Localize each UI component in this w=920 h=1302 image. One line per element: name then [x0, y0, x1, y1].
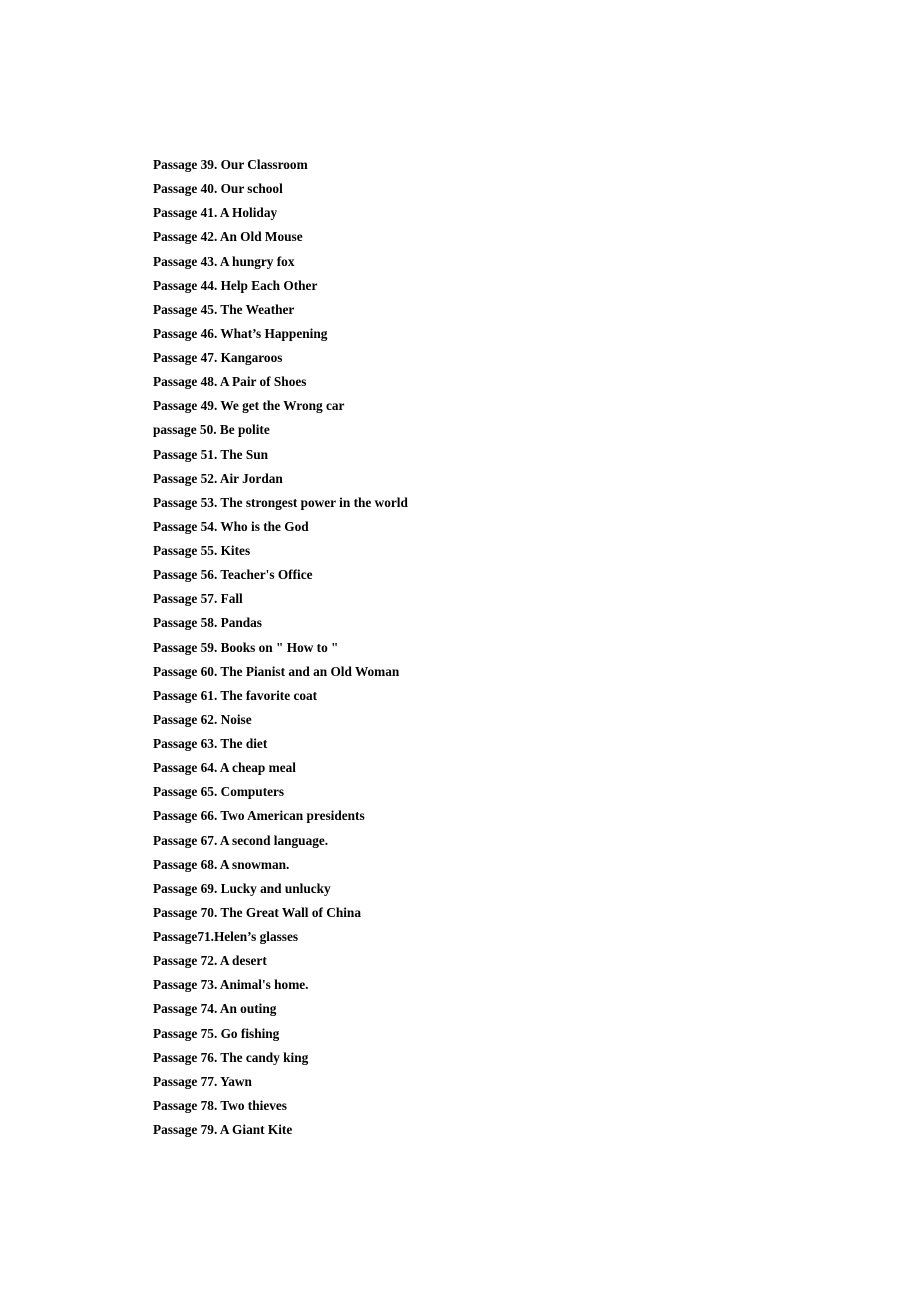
passage-title: Passage 52. Air Jordan — [153, 470, 283, 486]
passage-title: Passage 70. The Great Wall of China — [153, 904, 361, 920]
passage-title: Passage 76. The candy king — [153, 1049, 309, 1065]
passage-title: Passage 61. The favorite coat — [153, 687, 318, 703]
passage-title: Passage 59. Books on " How to " — [153, 639, 339, 655]
passage-title: passage 50. Be polite — [153, 422, 270, 438]
passage-title: Passage 63. The diet — [153, 736, 268, 751]
passage-title: Passage 60. The Pianist and an Old Woman — [153, 663, 400, 679]
passage-title: Passage 51. The Sun — [153, 446, 269, 462]
passage-title: Passage 62. Noise — [153, 711, 252, 727]
passage-title: Passage 65. Computers — [153, 784, 285, 800]
passage-title: Passage 74. An outing — [153, 1001, 277, 1017]
passage-title: Passage 56. Teacher's Office — [153, 567, 313, 583]
passage-title: Passage 57. Fall — [153, 591, 243, 607]
passage-title: Passage 46. What’s Happening — [153, 325, 328, 341]
passage-title: Passage 42. An Old Mouse — [153, 229, 303, 245]
passage-title: Passage 67. A second language. — [153, 832, 329, 848]
passage-title: Passage 53. The strongest power in the w… — [153, 494, 408, 510]
passage-title: Passage 77. Yawn — [153, 1073, 252, 1089]
passage-title: Passage 73. Animal's home. — [153, 977, 309, 993]
passage-title: Passage 44. Help Each Other — [153, 277, 318, 293]
passage-title: Passage 48. A Pair of Shoes — [153, 374, 307, 390]
passage-title: Passage 69. Lucky and unlucky — [153, 880, 331, 896]
passage-title: Passage 75. Go fishing — [153, 1025, 280, 1041]
passage-title: Passage 78. Two thieves — [153, 1097, 287, 1113]
passage-title: Passage 47. Kangaroos — [153, 350, 283, 365]
passage-title: Passage 39. Our Classroom — [153, 157, 308, 172]
passage-title: Passage 64. A cheap meal — [153, 760, 296, 776]
passage-list: Passage 39. Our Classroom Passage 40. Our… — [153, 153, 408, 1142]
passage-title: Passage 55. Kites — [153, 543, 251, 558]
passage-title: Passage 43. A hungry fox — [153, 253, 295, 269]
passage-title: Passage 66. Two American presidents — [153, 808, 365, 824]
passage-title: Passage 58. Pandas — [153, 615, 262, 631]
passage-title: Passage 54. Who is the God — [153, 518, 309, 534]
passage-title: Passage 68. A snowman. — [153, 856, 290, 872]
passage-title: Passage 72. A desert — [153, 953, 267, 969]
passage-title: Passage 40. Our school — [153, 181, 283, 197]
passage-title: Passage71.Helen’s glasses — [153, 929, 299, 944]
passage-title: Passage 41. A Holiday — [153, 205, 278, 221]
passage-title: Passage 45. The Weather — [153, 301, 295, 317]
passage-title: Passage 79. A Giant Kite — [153, 1122, 293, 1137]
passage-title: Passage 49. We get the Wrong car — [153, 398, 345, 414]
